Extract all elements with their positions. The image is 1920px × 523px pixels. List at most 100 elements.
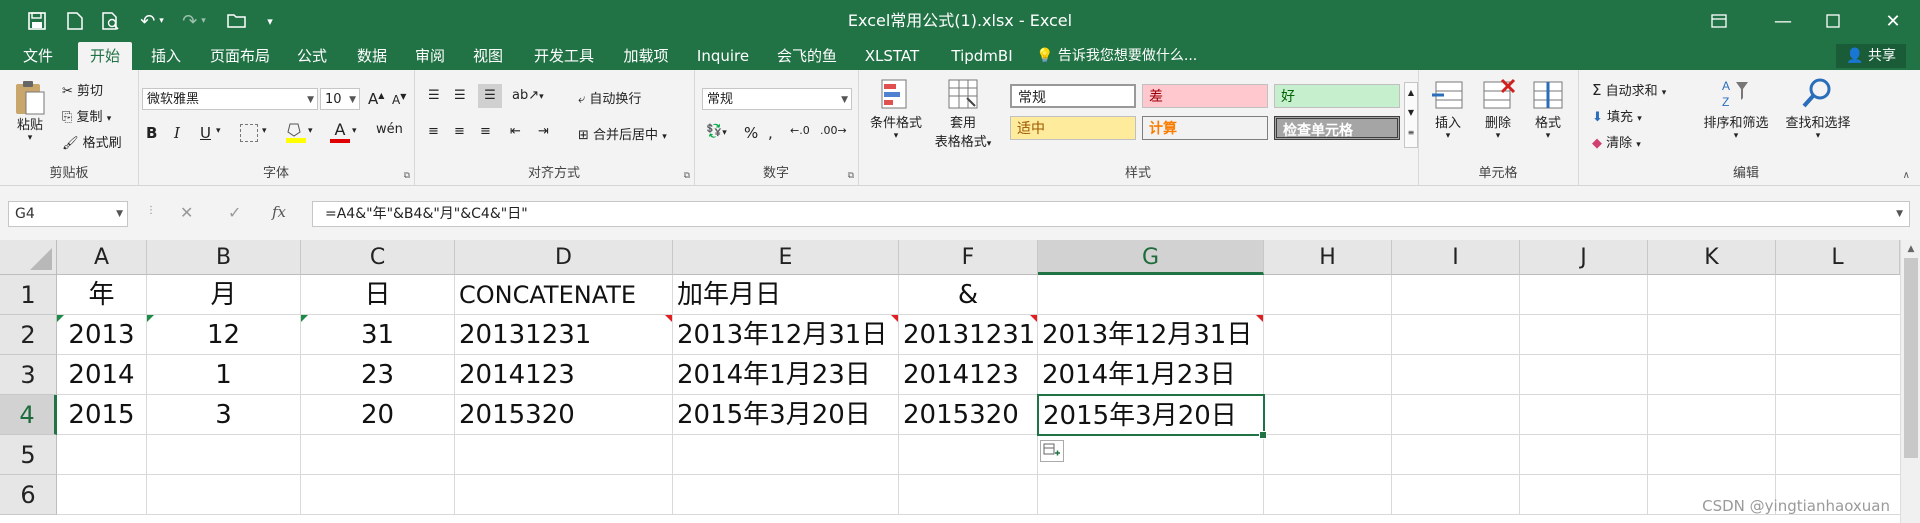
row-header-2[interactable]: 2 (0, 315, 57, 355)
conditional-formatting-button[interactable]: 条件格式 ▾ (866, 76, 926, 141)
cell-d1[interactable]: CONCATENATE (455, 275, 673, 315)
increase-decimal-icon[interactable]: ←.0 (790, 124, 810, 137)
dialog-launcher-icon[interactable]: ⧉ (848, 171, 854, 181)
share-button[interactable]: 👤 共享 (1836, 44, 1906, 68)
cell-b3[interactable]: 1 (147, 355, 301, 395)
orientation-icon[interactable]: ab↗▾ (512, 88, 544, 103)
tab-page-layout[interactable]: 页面布局 (205, 42, 275, 70)
fill-handle[interactable] (1259, 431, 1267, 439)
tab-file[interactable]: 文件 (14, 42, 62, 70)
borders-icon[interactable] (240, 124, 258, 142)
select-all-corner[interactable] (0, 240, 57, 275)
cell-b4[interactable]: 3 (147, 395, 301, 435)
cell-a3[interactable]: 2014 (57, 355, 147, 395)
cell-c1[interactable]: 日 (301, 275, 455, 315)
align-left-icon[interactable]: ≡ (428, 124, 439, 139)
font-name-combo[interactable]: 微软雅黑 ▼ (142, 88, 318, 110)
column-header-f[interactable]: F (899, 240, 1038, 275)
tell-me-box[interactable]: 💡 告诉我您想要做什么... (1036, 42, 1216, 70)
dialog-launcher-icon[interactable]: ⧉ (684, 171, 690, 181)
tab-formulas[interactable]: 公式 (292, 42, 332, 70)
tab-tipdmbi[interactable]: TipdmBI (948, 42, 1016, 70)
cut-button[interactable]: ✂ 剪切 (62, 80, 103, 99)
paste-button[interactable]: 粘贴 ▾ (8, 78, 52, 143)
tab-addins[interactable]: 加载项 (618, 42, 674, 70)
column-header-c[interactable]: C (301, 240, 455, 275)
format-painter-button[interactable]: 🖌 格式刷 (62, 132, 122, 151)
cell-d3[interactable]: 2014123 (455, 355, 673, 395)
shrink-font-button[interactable]: A▼ (392, 92, 406, 107)
tab-review[interactable]: 审阅 (410, 42, 450, 70)
chevron-down-icon[interactable]: ▾ (352, 126, 357, 136)
column-header-e[interactable]: E (673, 240, 899, 275)
column-header-g[interactable]: G (1038, 240, 1264, 275)
row-header-3[interactable]: 3 (0, 355, 57, 395)
column-header-d[interactable]: D (455, 240, 673, 275)
collapse-ribbon-icon[interactable]: ∧ (1903, 170, 1910, 181)
cell-g3[interactable]: 2014年1月23日 (1038, 355, 1264, 395)
number-format-combo[interactable]: 常规 ▼ (702, 88, 852, 110)
font-size-combo[interactable]: 10 ▼ (320, 88, 360, 110)
cell-c3[interactable]: 23 (301, 355, 455, 395)
increase-indent-icon[interactable]: ⇥ (538, 124, 549, 139)
row-header-5[interactable]: 5 (0, 435, 57, 475)
cell-e1[interactable]: 加年月日 (673, 275, 899, 315)
fill-color-icon[interactable] (286, 120, 306, 143)
style-good[interactable]: 好 (1274, 84, 1400, 108)
cell-f4[interactable]: 2015320 (899, 395, 1038, 435)
insert-function-icon[interactable]: fx (272, 203, 286, 221)
style-bad[interactable]: 差 (1142, 84, 1268, 108)
styles-gallery-scroll[interactable]: ▲ ▼ ≡ (1404, 82, 1418, 148)
cell-f2[interactable]: 20131231 (899, 315, 1038, 355)
merge-center-button[interactable]: ⊞ 合并后居中 ▾ (578, 124, 667, 143)
align-top-icon[interactable]: ☰ (428, 88, 440, 103)
cell-a4[interactable]: 2015 (57, 395, 147, 435)
percent-style-icon[interactable]: % (744, 124, 758, 142)
cell-f3[interactable]: 2014123 (899, 355, 1038, 395)
dialog-launcher-icon[interactable]: ⧉ (404, 171, 410, 181)
cell-b2[interactable]: 12 (147, 315, 301, 355)
cell-e2[interactable]: 2013年12月31日 (673, 315, 899, 355)
ribbon-display-options-icon[interactable] (1696, 0, 1742, 42)
find-select-button[interactable]: 查找和选择 ▾ (1778, 76, 1858, 141)
italic-button[interactable]: I (174, 124, 180, 142)
font-color-icon[interactable]: A (330, 120, 350, 143)
wrap-text-button[interactable]: ⤶ 自动换行 (578, 88, 641, 107)
align-middle-icon[interactable]: ☰ (454, 88, 466, 103)
cell-e3[interactable]: 2014年1月23日 (673, 355, 899, 395)
scrollbar-thumb[interactable] (1904, 258, 1918, 458)
formula-input[interactable]: =A4&"年"&B4&"月"&C4&"日" ▼ (312, 201, 1910, 227)
vertical-scrollbar[interactable]: ▲ (1900, 240, 1920, 523)
autosum-button[interactable]: Σ 自动求和 ▾ (1592, 80, 1666, 99)
accounting-format-icon[interactable]: 💱▾ (706, 124, 727, 139)
column-header-h[interactable]: H (1264, 240, 1392, 275)
column-header-k[interactable]: K (1648, 240, 1776, 275)
clear-button[interactable]: ◆ 清除 ▾ (1592, 132, 1641, 151)
underline-button[interactable]: U (200, 124, 211, 142)
insert-cells-button[interactable]: 插入 ▾ (1424, 76, 1472, 141)
style-check-cell[interactable]: 检查单元格 (1274, 116, 1400, 140)
copy-button[interactable]: ⎘ 复制 ▾ (62, 106, 111, 125)
column-header-j[interactable]: J (1520, 240, 1648, 275)
sort-filter-button[interactable]: AZ 排序和筛选 ▾ (1698, 76, 1774, 141)
style-normal[interactable]: 常规 (1010, 84, 1136, 108)
style-calculation[interactable]: 计算 (1142, 116, 1268, 140)
format-as-table-button[interactable]: 套用 表格格式▾ (928, 76, 998, 150)
cancel-entry-icon[interactable]: ✕ (180, 203, 193, 222)
worksheet-grid[interactable]: A B C D E F G H I J K L 1 2 3 4 5 6 年 月 … (0, 240, 1920, 523)
style-neutral[interactable]: 适中 (1010, 116, 1136, 140)
column-header-b[interactable]: B (147, 240, 301, 275)
cell-g2[interactable]: 2013年12月31日 (1038, 315, 1264, 355)
tab-insert[interactable]: 插入 (146, 42, 186, 70)
tab-feiyu[interactable]: 会飞的鱼 (774, 42, 840, 70)
name-box[interactable]: G4 ▼ (8, 201, 128, 227)
comma-style-icon[interactable]: , (768, 124, 773, 142)
row-header-6[interactable]: 6 (0, 475, 57, 515)
cell-g4-selected[interactable]: 2015年3月20日 (1037, 394, 1265, 436)
scroll-up-icon[interactable]: ▲ (1901, 244, 1920, 254)
cell-g1[interactable] (1038, 275, 1264, 315)
tab-developer[interactable]: 开发工具 (528, 42, 600, 70)
align-bottom-icon[interactable]: ☰ (478, 84, 502, 108)
cell-e4[interactable]: 2015年3月20日 (673, 395, 899, 435)
chevron-down-icon[interactable]: ▾ (308, 126, 313, 136)
